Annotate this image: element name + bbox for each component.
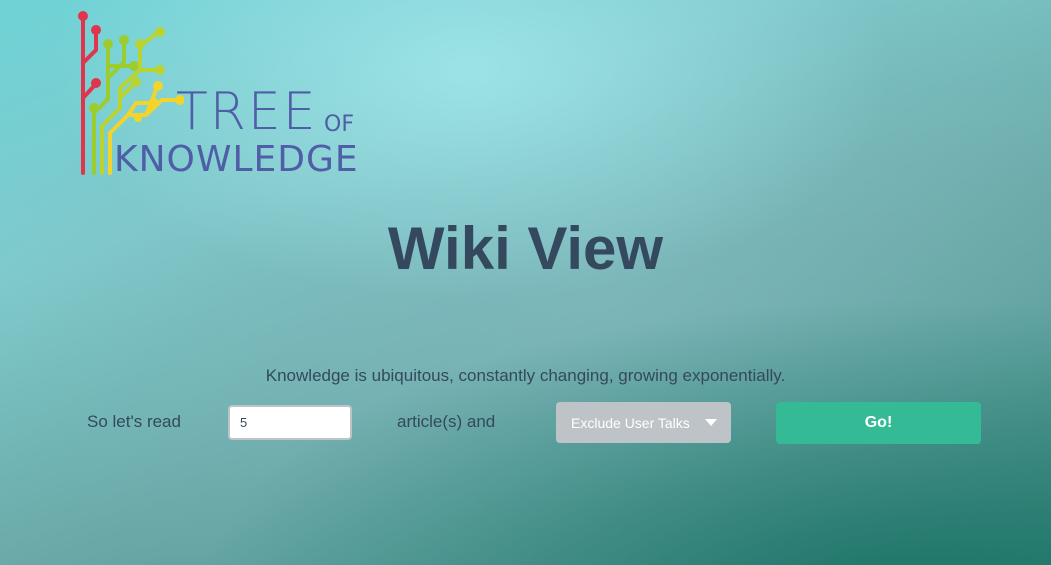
read-label: So let's read (87, 412, 181, 431)
articles-label: article(s) and (397, 412, 496, 431)
user-talks-filter-dropdown[interactable]: Exclude User Talks (556, 402, 731, 443)
go-button[interactable]: Go! (776, 402, 981, 444)
caret-down-icon (705, 419, 717, 426)
logo-word-tree: TREE (176, 82, 318, 142)
tagline: Knowledge is ubiquitous, constantly chan… (265, 366, 786, 385)
logo-word-knowledge: KNOWLEDGE (114, 139, 359, 180)
page-title: Wiki View (387, 215, 664, 282)
article-count-input[interactable] (228, 405, 352, 440)
dropdown-selected-value: Exclude User Talks (571, 414, 690, 431)
tree-of-knowledge-logo: TREE OF KNOWLEDGE (74, 8, 374, 183)
logo-word-of: OF (324, 112, 354, 137)
